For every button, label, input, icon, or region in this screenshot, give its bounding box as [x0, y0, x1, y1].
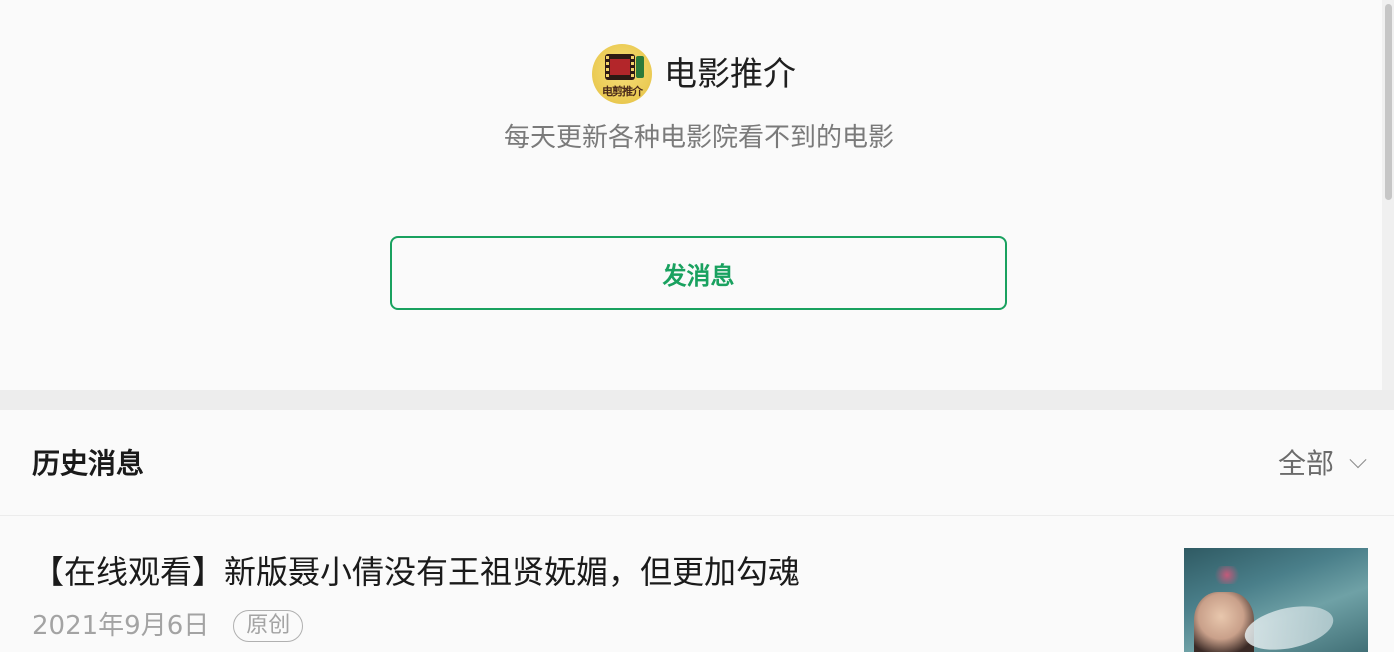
history-filter-dropdown[interactable]: 全部	[1277, 446, 1367, 482]
account-profile: 电剪推介 电影推介 每天更新各种电影院看不到的电影 发消息	[0, 0, 1382, 390]
official-account-page: 电剪推介 电影推介 每天更新各种电影院看不到的电影 发消息 历史消息 全部 【在…	[0, 0, 1394, 652]
account-description: 每天更新各种电影院看不到的电影	[503, 123, 894, 153]
avatar-side-label	[636, 56, 644, 78]
scrollbar[interactable]	[1382, 0, 1394, 390]
chevron-down-icon	[1349, 451, 1367, 469]
article-title[interactable]: 【在线观看】新版聂小倩没有王祖贤妩媚，但更加勾魂	[32, 552, 800, 592]
account-name: 电影推介	[664, 54, 796, 93]
article-thumbnail[interactable]	[1184, 548, 1368, 652]
original-badge: 原创	[233, 610, 304, 642]
section-divider	[0, 390, 1394, 410]
filter-label: 全部	[1277, 447, 1334, 480]
article-meta: 2021年9月6日 原创	[32, 608, 304, 644]
film-icon	[605, 54, 635, 80]
send-message-button[interactable]: 发消息	[390, 236, 1007, 310]
history-title: 历史消息	[32, 447, 145, 480]
history-section: 历史消息 全部 【在线观看】新版聂小倩没有王祖贤妩媚，但更加勾魂 2021年9月…	[0, 410, 1394, 652]
history-header: 历史消息 全部	[0, 410, 1394, 516]
avatar[interactable]: 电剪推介	[592, 44, 652, 104]
article-list-item[interactable]: 【在线观看】新版聂小倩没有王祖贤妩媚，但更加勾魂 2021年9月6日 原创	[0, 516, 1394, 652]
article-date: 2021年9月6日	[32, 611, 210, 641]
scrollbar-thumb[interactable]	[1385, 4, 1392, 200]
account-header: 电剪推介 电影推介	[592, 44, 796, 104]
avatar-caption: 电剪推介	[602, 85, 643, 98]
